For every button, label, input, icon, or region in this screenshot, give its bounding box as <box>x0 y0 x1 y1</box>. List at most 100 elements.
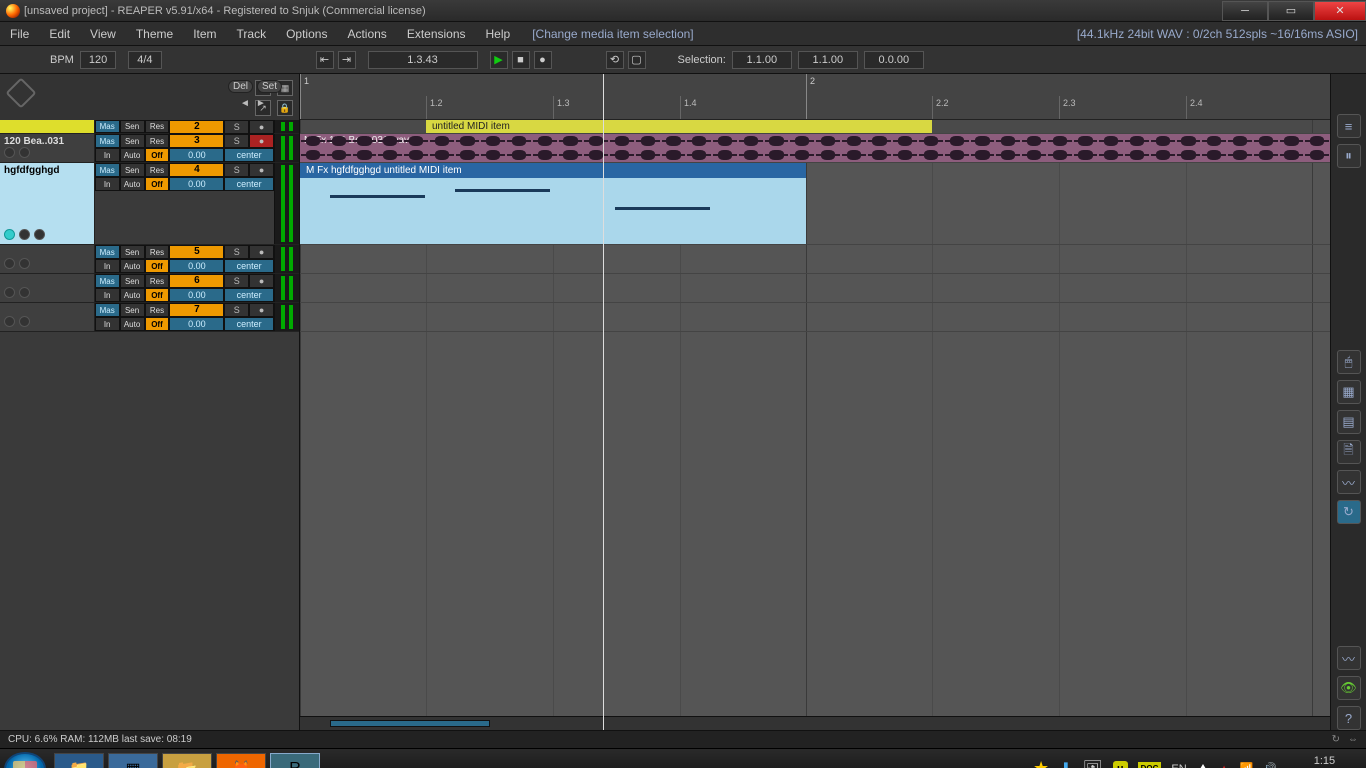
fx-off-button[interactable]: Off <box>145 259 170 273</box>
taskbar-folder-icon[interactable]: 📂 <box>162 753 212 768</box>
receives-button[interactable]: Res <box>145 303 170 317</box>
track-header[interactable]: MasSenRes2S● <box>0 120 299 134</box>
menu-track[interactable]: Track <box>227 27 277 41</box>
receives-button[interactable]: Res <box>145 245 170 259</box>
receives-button[interactable]: Res <box>145 274 170 288</box>
tray-image-icon[interactable]: 🖼 <box>1083 759 1103 768</box>
track-header[interactable]: MasSenResInAutoOff50.00S●center <box>0 245 299 274</box>
record-arm-button[interactable]: ● <box>249 245 274 259</box>
menu-file[interactable]: File <box>0 27 39 41</box>
selection-length[interactable]: 0.0.00 <box>864 51 924 69</box>
repeat-button[interactable]: ⟲ <box>606 51 624 69</box>
pan-display[interactable]: center <box>224 177 274 191</box>
master-send-button[interactable]: Mas <box>95 303 120 317</box>
track-header[interactable]: MasSenResInAutoOff60.00S●center <box>0 274 299 303</box>
toolbar-loop-icon[interactable]: ↻ <box>1337 500 1361 524</box>
menu-options[interactable]: Options <box>276 27 337 41</box>
receives-button[interactable]: Res <box>145 134 170 148</box>
tray-flag-icon[interactable]: ▲ <box>1219 763 1230 768</box>
sends-button[interactable]: Sen <box>120 120 145 133</box>
menu-theme[interactable]: Theme <box>126 27 183 41</box>
sends-button[interactable]: Sen <box>120 134 145 148</box>
recarm-dot-icon[interactable] <box>4 316 15 327</box>
fx-dot-icon[interactable] <box>34 229 45 240</box>
taskbar-reaper-icon[interactable]: R <box>270 753 320 768</box>
menu-actions[interactable]: Actions <box>337 27 396 41</box>
menu-extensions[interactable]: Extensions <box>397 27 476 41</box>
track-lane[interactable]: M Fx hgfdfgghgd untitled MIDI item <box>300 163 1330 245</box>
timeline-ruler[interactable]: 121.21.31.42.22.32.4 <box>300 74 1330 120</box>
pan-display[interactable]: center <box>224 317 274 331</box>
receives-button[interactable]: Res <box>145 163 170 177</box>
volume-display[interactable]: 0.00 <box>169 177 224 191</box>
go-start-button[interactable]: ⇤ <box>316 51 334 69</box>
track-number[interactable]: 2 <box>169 120 224 134</box>
pan-display[interactable]: center <box>224 288 274 302</box>
tray-clock[interactable]: 1:15 13.07.2018 <box>1287 755 1362 768</box>
master-send-button[interactable]: Mas <box>95 245 120 259</box>
track-header[interactable]: MasSenResInAutoOff70.00S●center <box>0 303 299 332</box>
taskbar-explorer-icon[interactable]: 📁 <box>54 753 104 768</box>
lock-icon[interactable]: 🔒 <box>277 100 293 116</box>
tray-doc-icon[interactable]: DOC <box>1138 762 1162 768</box>
window-button[interactable]: ▢ <box>628 51 646 69</box>
tray-up-icon[interactable] <box>1197 764 1209 768</box>
solo-button[interactable]: S <box>224 274 249 288</box>
fx-off-button[interactable]: Off <box>145 148 170 162</box>
track-name[interactable]: hgfdfgghgd <box>0 163 95 244</box>
receives-button[interactable]: Res <box>145 120 170 133</box>
automation-button[interactable]: Auto <box>120 317 145 331</box>
track-name[interactable]: 120 Bea..031 <box>0 134 95 162</box>
play-button[interactable]: ▶ <box>490 51 508 69</box>
solo-button[interactable]: S <box>224 120 249 134</box>
stop-button[interactable]: ■ <box>512 51 530 69</box>
tray-star-icon[interactable]: ★ <box>1033 758 1049 768</box>
tray-network-icon[interactable]: 📶 <box>1240 762 1254 768</box>
record-arm-button[interactable]: ● <box>249 274 274 288</box>
monitor-dot-icon[interactable] <box>19 258 30 269</box>
automation-button[interactable]: Auto <box>120 148 145 162</box>
recarm-dot-icon[interactable] <box>4 258 15 269</box>
media-item-yellow[interactable]: untitled MIDI item <box>426 120 932 133</box>
pan-display[interactable]: center <box>224 259 274 273</box>
track-header[interactable]: hgfdfgghgdMasSenResInAutoOff40.00S●cente… <box>0 163 299 245</box>
scrollbar-thumb[interactable] <box>330 720 490 727</box>
minimize-button[interactable]: ─ <box>1222 1 1268 21</box>
track-lane[interactable] <box>300 303 1330 332</box>
menu-item[interactable]: Item <box>183 27 226 41</box>
status-loop-icon[interactable]: ↻ <box>1332 734 1340 745</box>
volume-display[interactable]: 0.00 <box>169 317 224 331</box>
menu-help[interactable]: Help <box>476 27 521 41</box>
toolbar-panel-icon[interactable]: ▤ <box>1337 410 1361 434</box>
automation-button[interactable]: Auto <box>120 288 145 302</box>
sends-button[interactable]: Sen <box>120 303 145 317</box>
tcp-empty-area[interactable] <box>0 332 299 730</box>
toolbar-grid-icon[interactable]: ▦ <box>1337 380 1361 404</box>
start-button[interactable] <box>4 752 46 768</box>
arrange-view[interactable]: 121.21.31.42.22.32.4 untitled MIDI itemM… <box>300 74 1330 730</box>
fx-off-button[interactable]: Off <box>145 177 170 191</box>
marker-set-button[interactable]: Set <box>257 80 282 93</box>
record-arm-button[interactable]: ● <box>249 163 274 177</box>
track-number[interactable]: 3 <box>169 134 224 148</box>
track-lane[interactable]: M Fx 120 Beat 031.wav <box>300 134 1330 163</box>
input-button[interactable]: In <box>95 259 120 273</box>
track-name[interactable] <box>0 274 95 302</box>
pan-display[interactable]: center <box>224 148 274 162</box>
track-number[interactable]: 4 <box>169 163 224 177</box>
master-send-button[interactable]: Mas <box>95 274 120 288</box>
input-button[interactable]: In <box>95 148 120 162</box>
edit-cursor[interactable] <box>603 74 604 730</box>
toolbar-pause-icon[interactable]: ⏸ <box>1337 144 1361 168</box>
maximize-button[interactable]: ▭ <box>1268 1 1314 21</box>
master-send-button[interactable]: Mas <box>95 134 120 148</box>
sends-button[interactable]: Sen <box>120 163 145 177</box>
record-arm-button[interactable]: ● <box>249 120 274 134</box>
volume-display[interactable]: 0.00 <box>169 259 224 273</box>
close-button[interactable]: ✕ <box>1314 1 1366 21</box>
record-arm-button[interactable]: ● <box>249 134 274 148</box>
go-end-button[interactable]: ⇥ <box>338 51 356 69</box>
recarm-dot-icon[interactable] <box>4 147 15 158</box>
toolbar-wave-icon[interactable]: 〰 <box>1337 470 1361 494</box>
solo-button[interactable]: S <box>224 163 249 177</box>
